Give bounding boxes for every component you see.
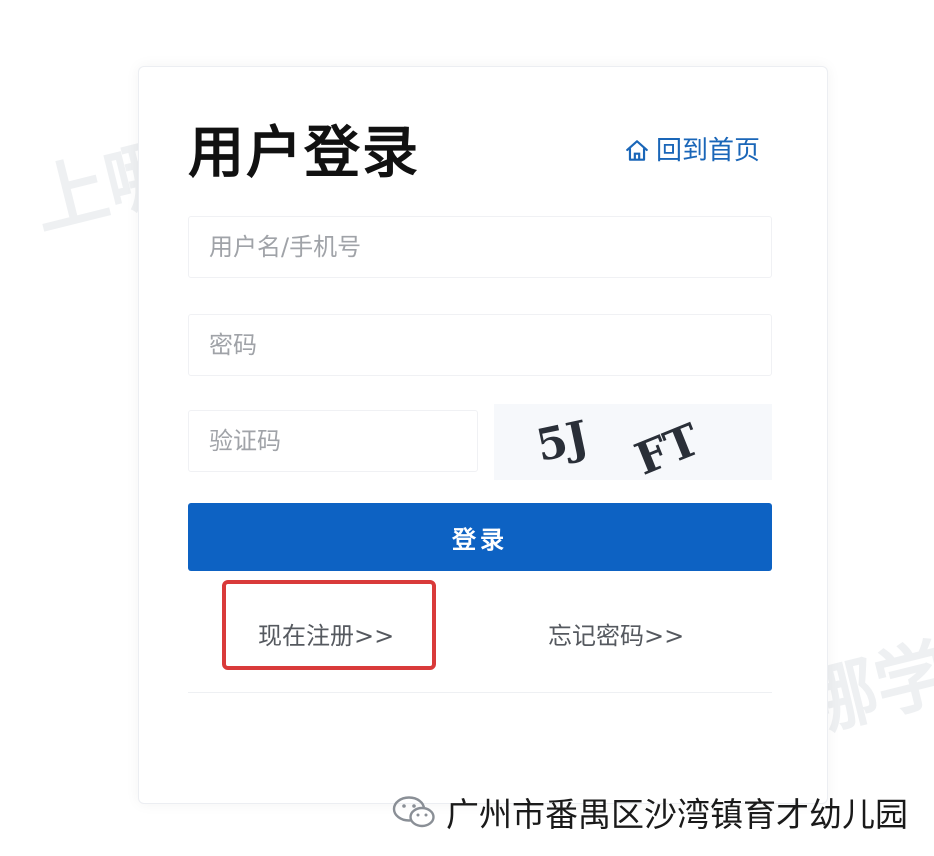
wechat-icon — [392, 796, 435, 828]
forgot-password-link[interactable]: 忘记密码>> — [548, 620, 684, 652]
page: 上哪学 上哪学 上哪学 用户登录 回到首页 5J FT 登录 现在注册>> 忘记… — [0, 0, 934, 856]
password-field-box — [188, 314, 772, 376]
home-link[interactable]: 回到首页 — [624, 134, 760, 168]
captcha-input[interactable] — [189, 411, 477, 471]
captcha-image[interactable]: 5J FT — [494, 404, 772, 480]
home-icon — [626, 140, 648, 161]
password-input[interactable] — [189, 315, 771, 375]
username-field-box — [188, 216, 772, 278]
footer-credit: 广州市番禺区沙湾镇育才幼儿园 — [392, 788, 908, 836]
register-link[interactable]: 现在注册>> — [258, 620, 394, 652]
captcha-text-1: 5J — [532, 411, 593, 472]
username-input[interactable] — [189, 217, 771, 277]
page-title: 用户登录 — [188, 121, 420, 186]
footer-credit-text: 广州市番禺区沙湾镇育才幼儿园 — [446, 795, 908, 834]
divider — [188, 692, 772, 693]
captcha-field-box — [188, 410, 478, 472]
login-button[interactable]: 登录 — [188, 503, 772, 571]
home-link-label: 回到首页 — [656, 136, 761, 166]
